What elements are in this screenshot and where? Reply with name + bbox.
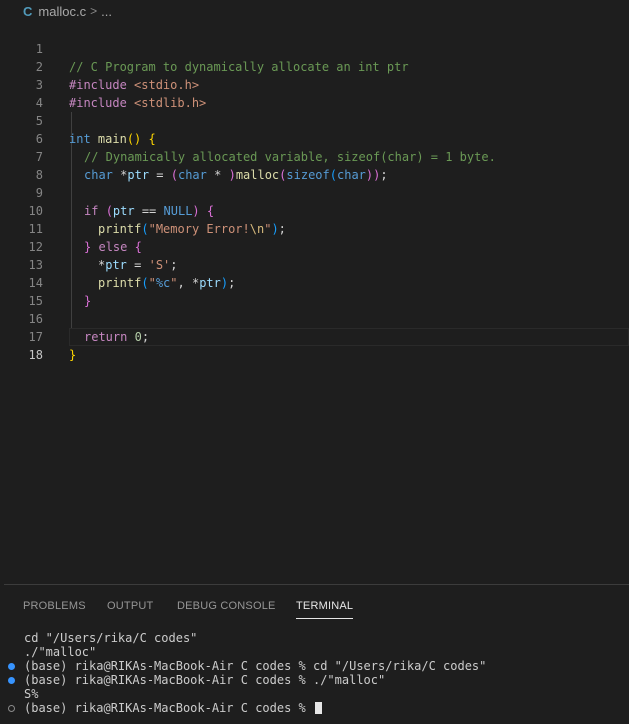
code-line[interactable]: 3 #include <stdlib.h> (0, 58, 629, 110)
code-line[interactable]: 7 char *ptr = (char * )malloc(sizeof(cha… (0, 130, 629, 182)
terminal-line: ./"malloc" (24, 645, 97, 659)
code-line-current[interactable]: 18 (0, 328, 629, 362)
c-language-icon: C (23, 3, 33, 19)
terminal-line: S% (24, 687, 39, 701)
terminal-prompt: (base) rika@RIKAs-MacBook-Air C codes % (24, 701, 313, 715)
chevron-right-icon: > (90, 4, 98, 18)
code-line[interactable]: 8 (0, 148, 629, 182)
command-success-icon[interactable] (8, 677, 15, 684)
tab-debug-console[interactable]: DEBUG CONSOLE (177, 600, 276, 618)
code-line[interactable]: 16 return 0; (0, 292, 629, 344)
command-success-icon[interactable] (8, 663, 15, 670)
current-line-highlight (69, 328, 629, 346)
line-number: 18 (28, 348, 43, 362)
code-line[interactable]: 11 } else { (0, 202, 629, 254)
breadcrumb-more[interactable]: ... (101, 4, 112, 19)
code-line[interactable]: 14 } (0, 256, 629, 308)
terminal-prompt-line[interactable]: (base) rika@RIKAs-MacBook-Air C codes % (24, 701, 322, 715)
code-line[interactable]: 13 printf("%c", *ptr); (0, 238, 629, 290)
code-line[interactable]: 15 (0, 274, 629, 308)
bottom-panel: PROBLEMS OUTPUT DEBUG CONSOLE TERMINAL c… (4, 584, 629, 724)
code-line[interactable]: 2 #include <stdio.h> (0, 40, 629, 92)
breadcrumb: C malloc.c > ... (0, 0, 629, 22)
tab-terminal[interactable]: TERMINAL (296, 600, 354, 619)
code-line[interactable]: 17 } (0, 310, 629, 362)
code-line[interactable]: 9 if (ptr == NULL) { (0, 166, 629, 218)
command-pending-icon[interactable] (8, 705, 15, 712)
terminal-line: cd "/Users/rika/C codes" (24, 631, 198, 645)
code-line[interactable]: 10 printf("Memory Error!\n"); (0, 184, 629, 236)
code-line[interactable]: 1 // C Program to dynamically allocate a… (0, 22, 629, 74)
code-token: } (69, 348, 77, 362)
code-editor[interactable]: 1 // C Program to dynamically allocate a… (0, 22, 629, 584)
terminal-cursor (314, 702, 322, 714)
tab-problems[interactable]: PROBLEMS (23, 600, 86, 618)
code-line[interactable]: 6 // Dynamically allocated variable, siz… (0, 112, 629, 164)
code-line[interactable]: 5 int main() { (0, 94, 629, 146)
code-line[interactable]: 4 (0, 76, 629, 110)
terminal-line: (base) rika@RIKAs-MacBook-Air C codes % … (24, 659, 487, 673)
panel-tabs: PROBLEMS OUTPUT DEBUG CONSOLE TERMINAL (4, 585, 629, 629)
breadcrumb-file[interactable]: malloc.c (38, 4, 86, 19)
code-line[interactable]: 12 *ptr = 'S'; (0, 220, 629, 272)
tab-output[interactable]: OUTPUT (107, 600, 153, 618)
terminal-line: (base) rika@RIKAs-MacBook-Air C codes % … (24, 673, 386, 687)
